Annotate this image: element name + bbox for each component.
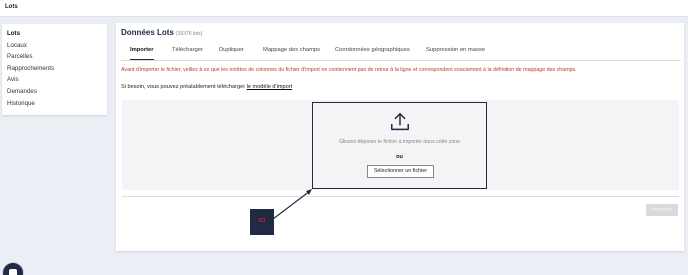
tab-mappage[interactable]: Mappage des champs bbox=[263, 47, 320, 60]
select-file-button[interactable]: Sélectionner un fichier bbox=[367, 165, 434, 178]
annotation-arrow bbox=[272, 189, 312, 220]
sidebar-item-demandes[interactable]: Demandes bbox=[2, 86, 107, 98]
tab-bar: Importer Télécharger Dupliquer Mappage d… bbox=[121, 44, 681, 61]
tab-telecharger[interactable]: Télécharger bbox=[172, 47, 203, 60]
tab-dupliquer[interactable]: Dupliquer bbox=[219, 47, 244, 60]
divider bbox=[122, 196, 679, 197]
upload-icon bbox=[391, 113, 409, 131]
chat-icon bbox=[9, 269, 17, 275]
template-link[interactable]: le modèle d'import bbox=[247, 84, 293, 90]
warning-text: Avant d'importer le fichier, veillez à c… bbox=[121, 67, 577, 73]
sidebar-item-parcelles[interactable]: Parcelles bbox=[2, 51, 107, 63]
hint-text: Si besoin, vous pouvez préalablement tél… bbox=[121, 84, 247, 90]
chat-launcher-button[interactable] bbox=[2, 262, 24, 275]
lot-count: (39376 lots) bbox=[175, 31, 203, 37]
page-title-text: Données Lots bbox=[121, 28, 174, 37]
annotation-box: ICI bbox=[250, 209, 274, 235]
sidebar-item-rapprochements[interactable]: Rapprochements bbox=[2, 63, 107, 75]
or-separator: ou bbox=[396, 154, 403, 160]
import-button[interactable]: Importer bbox=[646, 204, 678, 216]
template-hint: Si besoin, vous pouvez préalablement tél… bbox=[121, 84, 292, 90]
sidebar-item-locaux[interactable]: Locaux bbox=[2, 40, 107, 52]
sidebar-item-avis[interactable]: Avis bbox=[2, 74, 107, 86]
tab-importer[interactable]: Importer bbox=[130, 47, 154, 60]
main-panel: Données Lots (39376 lots) Importer Téléch… bbox=[116, 23, 684, 251]
top-bar: Lots bbox=[0, 0, 688, 17]
sidebar: Lots Locaux Parcelles Rapprochements Avi… bbox=[2, 24, 107, 115]
tab-suppression[interactable]: Suppression en masse bbox=[426, 47, 485, 60]
dropzone-target[interactable]: Glissez-déposer le fichier à importer da… bbox=[312, 102, 487, 189]
dropzone-text: Glissez-déposer le fichier à importer da… bbox=[338, 139, 461, 145]
annotation-label: ICI bbox=[258, 218, 266, 224]
sidebar-item-lots[interactable]: Lots bbox=[2, 28, 107, 40]
page-title: Données Lots (39376 lots) bbox=[121, 28, 202, 37]
sidebar-item-historique[interactable]: Historique bbox=[2, 98, 107, 110]
app-title: Lots bbox=[5, 4, 18, 10]
tab-coordonnees[interactable]: Coordonnées géographiques bbox=[335, 47, 410, 60]
